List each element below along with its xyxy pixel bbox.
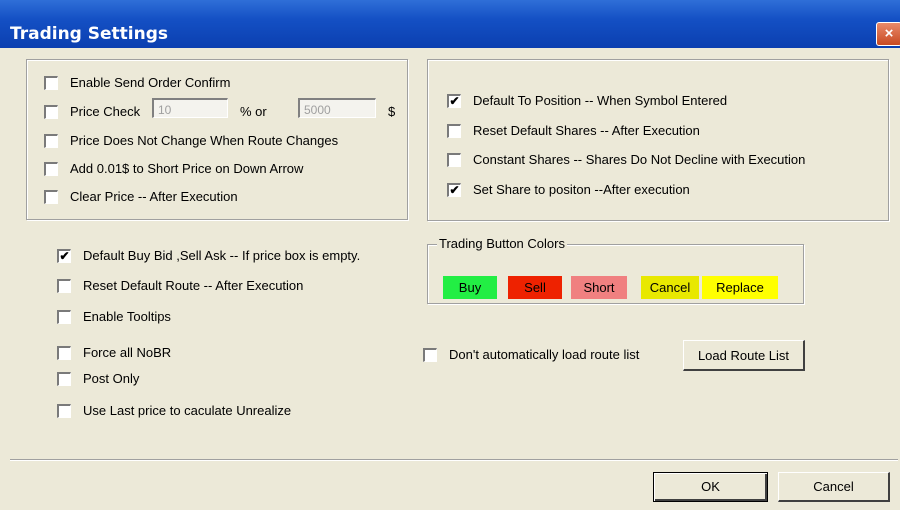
price-check-separator: % or (240, 104, 267, 119)
checkbox-label: Constant Shares -- Shares Do Not Decline… (473, 152, 806, 167)
cancel-color-button[interactable]: Cancel (641, 276, 699, 299)
checkbox-box[interactable] (57, 371, 71, 386)
use-last-price-checkbox[interactable]: Use Last price to caculate Unrealize (57, 403, 291, 418)
checkbox-label: Post Only (83, 371, 140, 386)
checkbox-box[interactable] (44, 133, 58, 148)
checkbox-box[interactable] (423, 347, 437, 362)
load-route-list-button[interactable]: Load Route List (683, 340, 805, 371)
dont-auto-load-route-checkbox[interactable]: Don't automatically load route list (423, 347, 639, 362)
checkbox-box[interactable] (447, 152, 461, 167)
checkbox-box[interactable] (447, 123, 461, 138)
checkbox-box[interactable] (57, 345, 71, 360)
checkbox-label: Add 0.01$ to Short Price on Down Arrow (70, 161, 304, 176)
checkbox-label: Price Does Not Change When Route Changes (70, 133, 339, 148)
add-short-price-checkbox[interactable]: Add 0.01$ to Short Price on Down Arrow (44, 161, 303, 176)
checkbox-label: Default Buy Bid ,Sell Ask -- If price bo… (83, 248, 361, 263)
checkbox-box[interactable] (44, 161, 58, 176)
checkbox-box[interactable] (44, 189, 58, 204)
checkbox-label: Reset Default Shares -- After Execution (473, 123, 700, 138)
checkbox-box[interactable] (57, 403, 71, 418)
reset-default-route-checkbox[interactable]: Reset Default Route -- After Execution (57, 278, 303, 293)
checkbox-box[interactable]: ✔ (447, 93, 461, 108)
set-share-position-checkbox[interactable]: ✔ Set Share to positon --After execution (447, 182, 690, 197)
short-color-button[interactable]: Short (571, 276, 627, 299)
checkbox-label: Price Check (70, 104, 141, 119)
checkbox-box[interactable]: ✔ (447, 182, 461, 197)
enable-tooltips-checkbox[interactable]: Enable Tooltips (57, 309, 171, 324)
checkbox-label: Use Last price to caculate Unrealize (83, 403, 292, 418)
price-check-percent-input[interactable]: 10 (152, 98, 228, 118)
default-buy-bid-checkbox[interactable]: ✔ Default Buy Bid ,Sell Ask -- If price … (57, 248, 360, 263)
constant-shares-checkbox[interactable]: Constant Shares -- Shares Do Not Decline… (447, 152, 805, 167)
close-button[interactable]: × (876, 22, 900, 46)
cancel-button[interactable]: Cancel (778, 472, 890, 502)
checkbox-label: Enable Tooltips (83, 309, 171, 324)
checkbox-label: Clear Price -- After Execution (70, 189, 238, 204)
checkbox-box[interactable]: ✔ (57, 248, 71, 263)
default-to-position-checkbox[interactable]: ✔ Default To Position -- When Symbol Ent… (447, 93, 727, 108)
checkbox-box[interactable] (44, 75, 58, 90)
checkbox-box[interactable] (57, 278, 71, 293)
checkbox-label: Enable Send Order Confirm (70, 75, 231, 90)
checkbox-box[interactable] (57, 309, 71, 324)
enable-send-order-confirm-checkbox[interactable]: Enable Send Order Confirm (44, 75, 230, 90)
post-only-checkbox[interactable]: Post Only (57, 371, 139, 386)
price-check-dollar-input[interactable]: 5000 (298, 98, 376, 118)
checkbox-label: Don't automatically load route list (449, 347, 640, 362)
checkbox-label: Default To Position -- When Symbol Enter… (473, 93, 728, 108)
force-all-nobr-checkbox[interactable]: Force all NoBR (57, 345, 171, 360)
dollar-unit: $ (388, 104, 396, 119)
sell-color-button[interactable]: Sell (508, 276, 562, 299)
ok-button[interactable]: OK (653, 472, 768, 502)
footer-divider (10, 459, 898, 461)
window-title: Trading Settings (10, 24, 169, 44)
button-colors-legend: Trading Button Colors (437, 236, 567, 251)
reset-default-shares-checkbox[interactable]: Reset Default Shares -- After Execution (447, 123, 700, 138)
checkbox-box[interactable] (44, 104, 58, 119)
price-not-change-checkbox[interactable]: Price Does Not Change When Route Changes (44, 133, 338, 148)
buy-color-button[interactable]: Buy (443, 276, 497, 299)
clear-price-checkbox[interactable]: Clear Price -- After Execution (44, 189, 238, 204)
checkbox-label: Set Share to positon --After execution (473, 182, 690, 197)
replace-color-button[interactable]: Replace (702, 276, 778, 299)
checkbox-label: Force all NoBR (83, 345, 172, 360)
checkbox-label: Reset Default Route -- After Execution (83, 278, 304, 293)
price-check-checkbox[interactable]: Price Check (44, 104, 140, 119)
